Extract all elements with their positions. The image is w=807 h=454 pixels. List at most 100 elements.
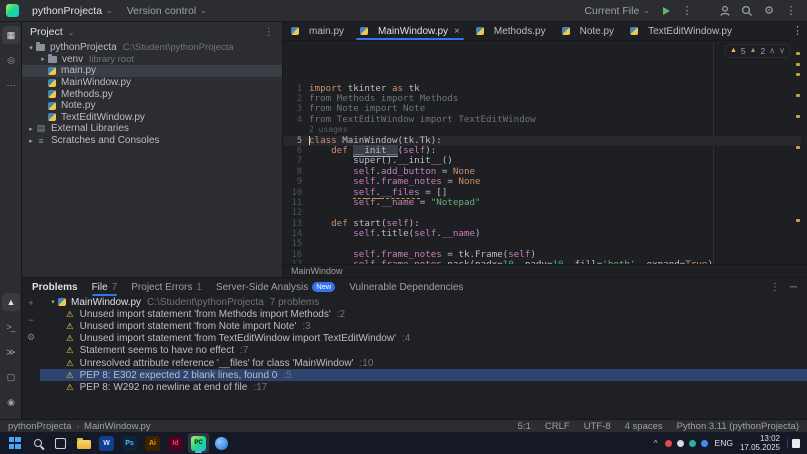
code-line[interactable]: 14 self.title(self.__name) <box>283 229 801 239</box>
tree-chevron-icon[interactable]: ▸ <box>26 125 36 133</box>
tree-chevron-icon[interactable]: ▸ <box>38 55 48 63</box>
line-number[interactable]: 9 <box>283 177 309 187</box>
breadcrumb-item[interactable]: MainWindow <box>291 266 343 276</box>
tree-item[interactable]: TextEditWindow.py <box>22 112 282 124</box>
notifications-icon[interactable]: ◉ <box>2 393 20 411</box>
inspections-widget[interactable]: ▲ 5 ▲ 2 ∧ ∨ <box>724 44 791 58</box>
problem-row[interactable]: ⚠Unused import statement 'from Note impo… <box>40 320 807 332</box>
editor-tab[interactable]: Methods.py <box>468 22 554 40</box>
photoshop-icon[interactable]: Ps <box>119 433 140 453</box>
line-number[interactable]: 12 <box>283 208 309 218</box>
expand-all-icon[interactable]: + <box>28 298 33 308</box>
hidden-icons-chevron-icon[interactable]: ^ <box>654 439 658 448</box>
tree-item[interactable]: ▾pythonProjectaC:\Student\pythonProjecta <box>22 42 282 54</box>
indesign-icon[interactable]: Id <box>165 433 186 453</box>
tree-item[interactable]: ▸venvlibrary root <box>22 54 282 66</box>
line-number[interactable]: 1 <box>283 84 309 94</box>
indent-style[interactable]: 4 spaces <box>625 421 663 432</box>
line-number[interactable]: 16 <box>283 250 309 260</box>
line-number[interactable]: 5 <box>283 136 309 146</box>
problems-file-row[interactable]: ▾MainWindow.pyC:\Student\pythonProjecta7… <box>40 296 807 308</box>
notification-center-icon[interactable] <box>787 439 800 448</box>
tree-item[interactable]: main.py <box>22 65 282 77</box>
line-number[interactable]: 8 <box>283 167 309 177</box>
project-icon[interactable]: ▦ <box>2 26 20 44</box>
more-tools-icon[interactable]: ⋯ <box>2 76 20 94</box>
tree-item[interactable]: MainWindow.py <box>22 77 282 89</box>
code-line[interactable]: 11 self.__name = "Notepad" <box>283 198 801 208</box>
problem-row[interactable]: ⚠Unused import statement 'from Methods i… <box>40 308 807 320</box>
problem-row[interactable]: ⚠Unused import statement 'from TextEditW… <box>40 333 807 345</box>
code-line[interactable]: 9 self.frame_notes = None <box>283 177 801 187</box>
problem-row[interactable]: ⚠PEP 8: W292 no newline at end of file:1… <box>40 381 807 393</box>
code-with-me-icon[interactable] <box>715 3 735 19</box>
next-problem-icon[interactable]: ∨ <box>779 46 785 56</box>
version-control-menu[interactable]: Version control ⌄ <box>121 3 213 19</box>
settings-gear-icon[interactable]: ⚙ <box>759 3 779 19</box>
tray-icon-3[interactable] <box>689 440 696 447</box>
word-icon[interactable]: W <box>96 433 117 453</box>
tree-chevron-icon[interactable]: ▾ <box>48 298 58 306</box>
hide-panel-icon[interactable]: ─ <box>790 282 797 293</box>
panel-options-icon[interactable]: ⋮ <box>264 26 275 38</box>
editor-tab[interactable]: Note.py <box>554 22 622 40</box>
tree-item[interactable]: ▸▤External Libraries <box>22 123 282 135</box>
terminal-icon[interactable]: >_ <box>2 318 20 336</box>
python-console-icon[interactable]: ≫ <box>2 343 20 361</box>
line-number[interactable]: 2 <box>283 94 309 104</box>
task-view-icon[interactable] <box>50 433 71 453</box>
illustrator-icon[interactable]: Ai <box>142 433 163 453</box>
view-options-icon[interactable]: ⚙ <box>27 332 35 343</box>
panel-options-icon[interactable]: ⋮ <box>770 282 780 293</box>
file-encoding[interactable]: UTF-8 <box>584 421 611 432</box>
file-explorer-icon[interactable] <box>73 433 94 453</box>
problem-row[interactable]: ⚠Statement seems to have no effect:7 <box>40 345 807 357</box>
editor-breadcrumb[interactable]: MainWindow <box>283 264 807 277</box>
line-number[interactable]: 14 <box>283 229 309 239</box>
problems-tab[interactable]: Server-Side AnalysisNew <box>216 278 335 296</box>
project-menu[interactable]: pythonProjecta ⌄ <box>26 3 119 19</box>
editor-tab[interactable]: MainWindow.py× <box>352 22 468 40</box>
search-everywhere-icon[interactable] <box>737 3 757 19</box>
tree-item[interactable]: Note.py <box>22 100 282 112</box>
status-breadcrumb-item[interactable]: MainWindow.py <box>84 421 151 432</box>
run-button[interactable] <box>663 7 670 15</box>
problems-tab[interactable]: Vulnerable Dependencies <box>349 278 463 296</box>
line-number[interactable]: 7 <box>283 156 309 166</box>
line-ending[interactable]: CRLF <box>545 421 570 432</box>
problems-tab[interactable]: File7 <box>92 278 118 296</box>
line-number[interactable]: 15 <box>283 239 309 249</box>
tree-chevron-icon[interactable]: ▾ <box>26 44 36 52</box>
caret-position[interactable]: 5:1 <box>518 421 531 432</box>
problem-row[interactable]: ⚠PEP 8: E302 expected 2 blank lines, fou… <box>40 369 807 381</box>
line-gutter[interactable] <box>283 125 309 135</box>
tab-options-icon[interactable]: ⋮ <box>792 24 803 37</box>
language-indicator[interactable]: ENG <box>715 438 733 448</box>
problems-tab[interactable]: Project Errors1 <box>131 278 202 296</box>
line-number[interactable]: 10 <box>283 188 309 198</box>
tree-chevron-icon[interactable]: ▸ <box>26 137 36 145</box>
status-breadcrumb-item[interactable]: pythonProjecta <box>8 421 71 432</box>
editor-tab[interactable]: main.py <box>283 22 352 40</box>
code-editor[interactable]: ▲ 5 ▲ 2 ∧ ∨ 1import tkinter as tk2from M… <box>283 42 801 264</box>
pycharm-icon[interactable]: PC <box>188 433 209 453</box>
python-interpreter[interactable]: Python 3.11 (pythonProjecta) <box>677 421 799 432</box>
services-icon[interactable]: ▢ <box>2 368 20 386</box>
run-config-select[interactable]: Current File ⌄ <box>578 3 656 19</box>
line-number[interactable]: 11 <box>283 198 309 208</box>
commit-icon[interactable]: ◎ <box>2 51 20 69</box>
close-tab-icon[interactable]: × <box>454 26 460 37</box>
line-number[interactable]: 4 <box>283 115 309 125</box>
tree-item[interactable]: ▸≡Scratches and Consoles <box>22 135 282 147</box>
line-number[interactable]: 13 <box>283 219 309 229</box>
prev-problem-icon[interactable]: ∧ <box>769 46 775 56</box>
line-number[interactable]: 3 <box>283 104 309 114</box>
more-actions-icon[interactable]: ⋮ <box>677 3 697 19</box>
collapse-all-icon[interactable]: − <box>28 315 33 325</box>
editor-tab[interactable]: TextEditWindow.py <box>622 22 740 40</box>
problems-icon[interactable]: ▲ <box>2 293 20 311</box>
problem-row[interactable]: ⚠Unresolved attribute reference '__files… <box>40 357 807 369</box>
taskbar-search-icon[interactable] <box>27 433 48 453</box>
window-options-icon[interactable]: ⋮ <box>781 3 801 19</box>
chevron-down-icon[interactable]: ⌄ <box>68 28 75 37</box>
